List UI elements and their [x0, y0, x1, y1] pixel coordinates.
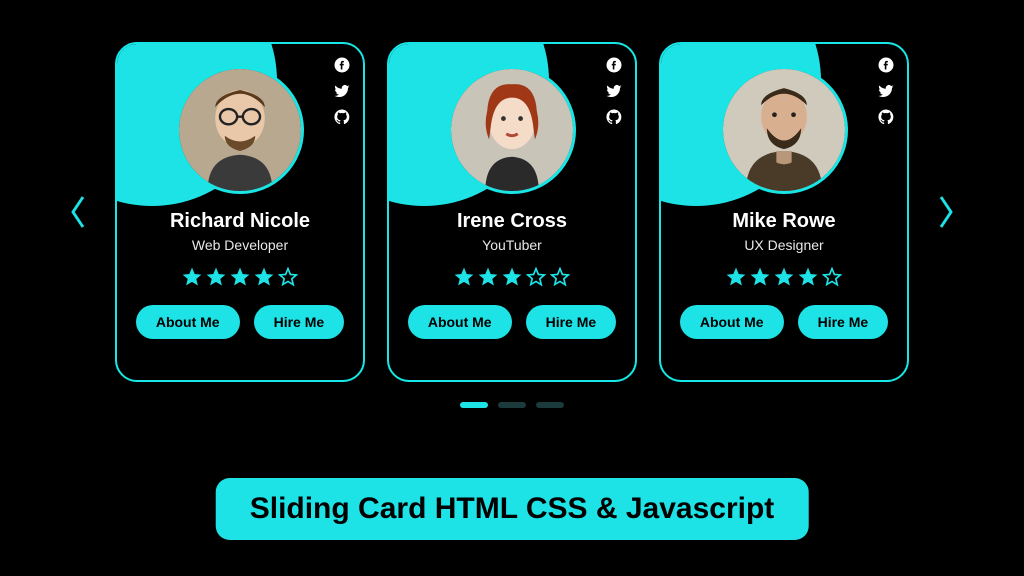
pagination-dots	[460, 402, 564, 408]
avatar	[176, 66, 304, 194]
profile-role: Web Developer	[192, 237, 288, 253]
star-icon	[478, 267, 498, 287]
cards-container: Richard Nicole Web Developer About Me Hi…	[115, 42, 909, 382]
facebook-icon[interactable]	[605, 56, 623, 74]
profile-role: YouTuber	[482, 237, 542, 253]
rating-stars	[726, 267, 842, 287]
star-icon	[774, 267, 794, 287]
prev-arrow[interactable]	[65, 190, 91, 234]
star-icon	[526, 267, 546, 287]
star-icon	[206, 267, 226, 287]
card-buttons: About Me Hire Me	[680, 305, 888, 339]
star-icon	[182, 267, 202, 287]
next-arrow[interactable]	[933, 190, 959, 234]
about-me-button[interactable]: About Me	[680, 305, 784, 339]
social-links	[877, 56, 895, 126]
star-icon	[798, 267, 818, 287]
avatar	[720, 66, 848, 194]
hire-me-button[interactable]: Hire Me	[526, 305, 617, 339]
page-dot[interactable]	[460, 402, 488, 408]
star-icon	[750, 267, 770, 287]
avatar-image	[179, 69, 301, 191]
profile-card: Richard Nicole Web Developer About Me Hi…	[115, 42, 365, 382]
star-icon	[278, 267, 298, 287]
profile-name: Richard Nicole	[170, 210, 310, 233]
twitter-icon[interactable]	[877, 82, 895, 100]
twitter-icon[interactable]	[605, 82, 623, 100]
star-icon	[254, 267, 274, 287]
card-buttons: About Me Hire Me	[408, 305, 616, 339]
page-dot[interactable]	[536, 402, 564, 408]
avatar-image	[451, 69, 573, 191]
hire-me-button[interactable]: Hire Me	[798, 305, 889, 339]
profile-card: Mike Rowe UX Designer About Me Hire Me	[659, 42, 909, 382]
profile-name: Irene Cross	[457, 210, 567, 233]
github-icon[interactable]	[877, 108, 895, 126]
github-icon[interactable]	[605, 108, 623, 126]
page-dot[interactable]	[498, 402, 526, 408]
facebook-icon[interactable]	[877, 56, 895, 74]
star-icon	[454, 267, 474, 287]
avatar	[448, 66, 576, 194]
card-buttons: About Me Hire Me	[136, 305, 344, 339]
star-icon	[502, 267, 522, 287]
rating-stars	[182, 267, 298, 287]
facebook-icon[interactable]	[333, 56, 351, 74]
chevron-right-icon	[936, 192, 956, 232]
social-links	[333, 56, 351, 126]
twitter-icon[interactable]	[333, 82, 351, 100]
github-icon[interactable]	[333, 108, 351, 126]
about-me-button[interactable]: About Me	[136, 305, 240, 339]
page-title-banner: Sliding Card HTML CSS & Javascript	[216, 478, 809, 540]
rating-stars	[454, 267, 570, 287]
star-icon	[726, 267, 746, 287]
star-icon	[230, 267, 250, 287]
star-icon	[822, 267, 842, 287]
about-me-button[interactable]: About Me	[408, 305, 512, 339]
chevron-left-icon	[68, 192, 88, 232]
profile-role: UX Designer	[744, 237, 823, 253]
social-links	[605, 56, 623, 126]
slider-row: Richard Nicole Web Developer About Me Hi…	[65, 42, 959, 382]
hire-me-button[interactable]: Hire Me	[254, 305, 345, 339]
carousel: Richard Nicole Web Developer About Me Hi…	[0, 0, 1024, 408]
profile-name: Mike Rowe	[732, 210, 835, 233]
star-icon	[550, 267, 570, 287]
avatar-image	[723, 69, 845, 191]
profile-card: Irene Cross YouTuber About Me Hire Me	[387, 42, 637, 382]
